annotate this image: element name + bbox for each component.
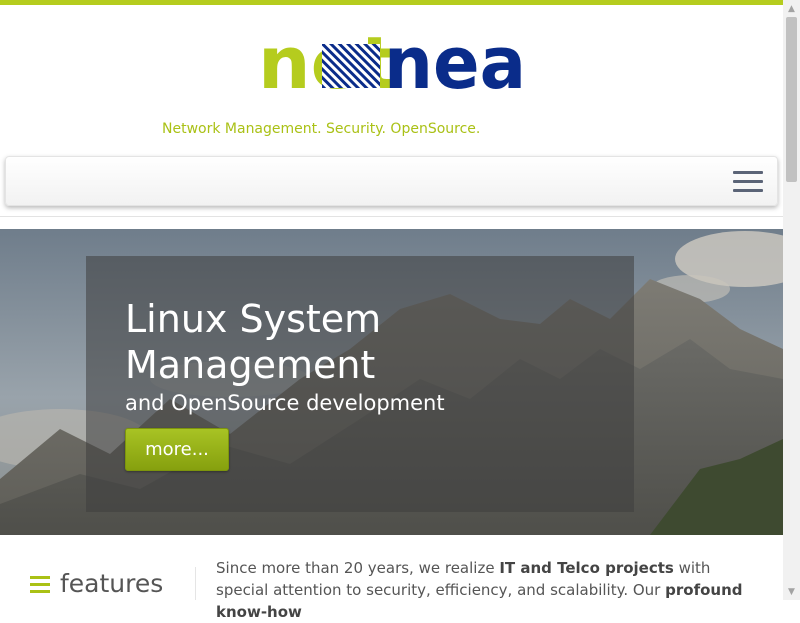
features-heading: features bbox=[60, 569, 164, 598]
scrollbar-thumb[interactable] bbox=[786, 17, 797, 182]
scroll-up-arrow-icon[interactable]: ▲ bbox=[783, 0, 800, 17]
hero-title-line-2: Management bbox=[125, 343, 376, 387]
netnea-logo[interactable]: net nea bbox=[258, 21, 528, 105]
intro-bold-1: IT and Telco projects bbox=[499, 559, 674, 577]
tagline: Network Management. Security. OpenSource… bbox=[162, 121, 481, 137]
scroll-down-arrow-icon[interactable]: ▼ bbox=[783, 583, 800, 600]
more-button[interactable]: more... bbox=[125, 428, 229, 471]
hero-title: Linux System Management bbox=[125, 296, 605, 388]
logo-hatched-t-mark bbox=[322, 44, 380, 88]
hero-banner: Linux System Management and OpenSource d… bbox=[0, 229, 783, 535]
hamburger-menu-icon[interactable] bbox=[733, 171, 765, 193]
navbar-divider bbox=[0, 216, 783, 217]
page-scrollbar[interactable]: ▲ ▼ bbox=[783, 0, 800, 600]
hero-text-panel: Linux System Management and OpenSource d… bbox=[86, 256, 634, 512]
section-divider bbox=[195, 567, 196, 600]
navbar bbox=[5, 156, 778, 206]
hero-title-line-1: Linux System bbox=[125, 297, 382, 341]
logo-text-nea: nea bbox=[384, 24, 526, 96]
intro-text-1: Since more than 20 years, we realize bbox=[216, 559, 500, 577]
intro-paragraph: Since more than 20 years, we realize IT … bbox=[216, 557, 756, 623]
list-icon bbox=[30, 576, 50, 593]
top-accent-stripe bbox=[0, 0, 783, 5]
hero-subtitle: and OpenSource development bbox=[125, 391, 445, 415]
content-section: features Since more than 20 years, we re… bbox=[0, 535, 783, 621]
